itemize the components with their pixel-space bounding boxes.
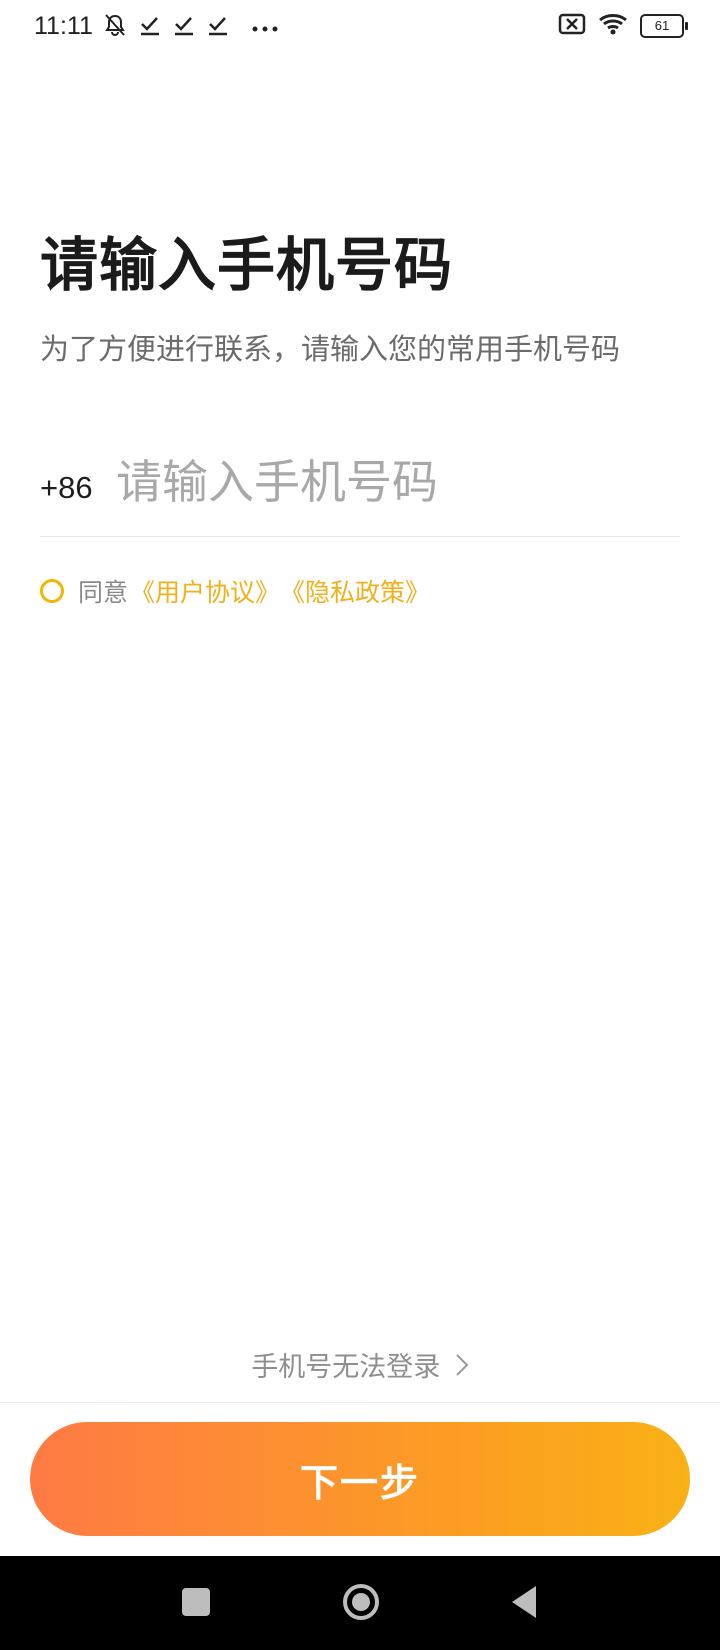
- phone-input-row: +86: [40, 430, 680, 537]
- sim-off-icon: [558, 12, 586, 40]
- system-nav-bar: [0, 1556, 720, 1650]
- battery-icon: 61: [640, 14, 688, 38]
- user-agreement-link[interactable]: 《用户协议》: [130, 573, 280, 609]
- back-icon[interactable]: [508, 1584, 538, 1620]
- privacy-policy-link[interactable]: 《隐私政策》: [280, 573, 430, 609]
- check-icon: [206, 13, 230, 41]
- status-icons-left: [102, 12, 278, 42]
- mute-icon: [102, 12, 128, 42]
- check-icon: [172, 13, 196, 41]
- check-icon: [138, 13, 162, 41]
- agree-radio-button[interactable]: [40, 579, 64, 603]
- cannot-login-link[interactable]: 手机号无法登录: [0, 1345, 720, 1384]
- bottom-divider: [0, 1402, 720, 1403]
- wifi-icon: [598, 12, 628, 40]
- battery-level: 61: [654, 18, 670, 33]
- chevron-right-icon: [455, 1353, 469, 1384]
- agreement-row: 同意 《用户协议》 《隐私政策》: [40, 574, 430, 608]
- phone-number-input[interactable]: [116, 452, 676, 512]
- status-bar: 11:11 61: [0, 0, 720, 56]
- cannot-login-label: 手机号无法登录: [251, 1352, 441, 1383]
- status-time: 11:11: [34, 12, 93, 40]
- country-code-selector[interactable]: +86: [40, 470, 93, 506]
- recent-apps-icon[interactable]: [182, 1588, 210, 1616]
- agree-label: 同意: [78, 578, 129, 607]
- page-subtitle: 为了方便进行联系，请输入您的常用手机号码: [40, 332, 621, 366]
- next-step-button[interactable]: 下一步: [30, 1422, 690, 1536]
- page-title: 请输入手机号码: [40, 231, 454, 299]
- status-icons-right: 61: [558, 12, 688, 40]
- more-dots-icon: [252, 18, 278, 37]
- home-icon[interactable]: [341, 1582, 381, 1622]
